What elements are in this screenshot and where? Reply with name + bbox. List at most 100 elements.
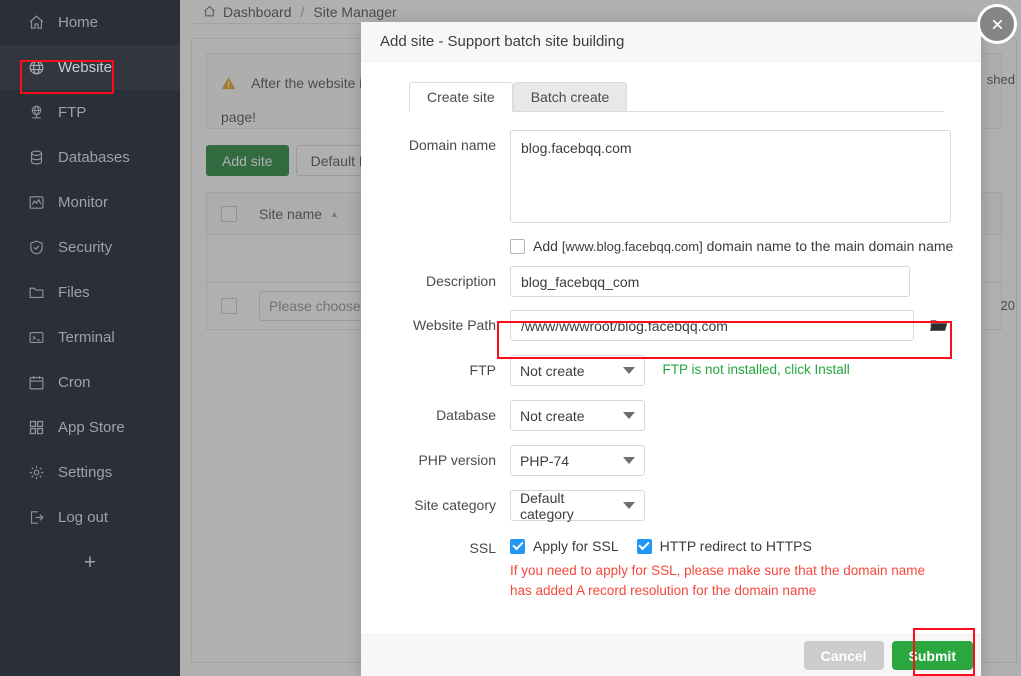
chevron-down-icon	[623, 367, 635, 374]
field-label: Description	[361, 266, 510, 297]
database-select-value: Not create	[520, 408, 585, 424]
sidebar-item-databases[interactable]: Databases	[0, 135, 180, 180]
ssl-checkbox-row: Apply for SSL HTTP redirect to HTTPS	[510, 533, 981, 554]
ftp-install-link[interactable]: FTP is not installed, click Install	[662, 355, 849, 377]
shield-icon	[26, 238, 46, 258]
grid-icon	[26, 418, 46, 438]
sidebar: Home Website FTP	[0, 0, 180, 676]
logout-icon	[26, 508, 46, 528]
www-bracket: [www.blog.facebqq.com]	[562, 239, 703, 254]
domain-name-input[interactable]: blog.facebqq.com	[510, 130, 951, 223]
sidebar-item-label: Cron	[58, 375, 91, 390]
field-site-category: Site category Default category	[361, 490, 981, 521]
www-domain-checkbox[interactable]	[510, 239, 525, 254]
field-php-version: PHP version PHP-74	[361, 445, 981, 476]
add-site-dialog: Add site - Support batch site building C…	[361, 22, 981, 676]
https-redirect-checkbox[interactable]	[637, 539, 652, 554]
chevron-down-icon	[623, 412, 635, 419]
field-domain-name: Domain name blog.facebqq.com Add [www.bl…	[361, 130, 981, 254]
tab-label: Batch create	[531, 89, 610, 105]
tab-label: Create site	[427, 89, 495, 105]
app-root: Dashboard / Site Manager After the websi…	[0, 0, 1021, 676]
globe-icon	[26, 58, 46, 78]
sidebar-item-terminal[interactable]: Terminal	[0, 315, 180, 360]
terminal-icon	[26, 328, 46, 348]
site-category-select[interactable]: Default category	[510, 490, 645, 521]
sidebar-item-label: FTP	[58, 105, 86, 120]
ftp-select-value: Not create	[520, 363, 585, 379]
sidebar-item-security[interactable]: Security	[0, 225, 180, 270]
dialog-title: Add site - Support batch site building	[380, 33, 624, 50]
close-icon	[990, 17, 1005, 32]
ftp-select[interactable]: Not create	[510, 355, 645, 386]
tab-batch-create[interactable]: Batch create	[513, 82, 628, 112]
sidebar-item-label: Monitor	[58, 195, 108, 210]
sidebar-item-label: Log out	[58, 510, 108, 525]
sidebar-item-label: Website	[58, 60, 112, 75]
site-category-select-value: Default category	[520, 490, 615, 522]
field-label: FTP	[361, 355, 510, 386]
sidebar-item-ftp[interactable]: FTP	[0, 90, 180, 135]
ssl-redirect-item: HTTP redirect to HTTPS	[637, 538, 812, 554]
tab-create-site[interactable]: Create site	[409, 82, 513, 112]
ssl-apply-item: Apply for SSL	[510, 538, 619, 554]
sidebar-add-button[interactable]: +	[0, 540, 180, 586]
home-icon	[26, 13, 46, 33]
submit-button[interactable]: Submit	[892, 641, 973, 670]
ftp-icon	[26, 103, 46, 123]
field-website-path: Website Path	[361, 310, 981, 341]
folder-open-icon[interactable]	[925, 310, 953, 341]
ssl-warning-note: If you need to apply for SSL, please mak…	[510, 561, 940, 602]
field-label: SSL	[361, 533, 510, 602]
apply-ssl-checkbox[interactable]	[510, 539, 525, 554]
www-domain-label: Add [www.blog.facebqq.com] domain name t…	[533, 238, 953, 254]
folder-icon	[26, 283, 46, 303]
field-description: Description	[361, 266, 981, 297]
sidebar-item-log-out[interactable]: Log out	[0, 495, 180, 540]
sidebar-item-label: Home	[58, 15, 98, 30]
sidebar-item-label: Security	[58, 240, 112, 255]
description-input[interactable]	[510, 266, 910, 297]
cancel-button[interactable]: Cancel	[804, 641, 884, 670]
php-version-select[interactable]: PHP-74	[510, 445, 645, 476]
dialog-footer: Cancel Submit	[361, 634, 981, 676]
calendar-icon	[26, 373, 46, 393]
sidebar-item-home[interactable]: Home	[0, 0, 180, 45]
sidebar-item-app-store[interactable]: App Store	[0, 405, 180, 450]
website-path-input[interactable]	[510, 310, 914, 341]
sidebar-item-files[interactable]: Files	[0, 270, 180, 315]
sidebar-item-label: App Store	[58, 420, 125, 435]
field-label: Domain name	[361, 130, 510, 254]
sidebar-item-label: Databases	[58, 150, 130, 165]
sidebar-item-monitor[interactable]: Monitor	[0, 180, 180, 225]
sidebar-item-label: Files	[58, 285, 90, 300]
php-version-select-value: PHP-74	[520, 453, 569, 469]
apply-ssl-label: Apply for SSL	[533, 538, 619, 554]
chevron-down-icon	[623, 457, 635, 464]
dialog-body: Create site Batch create Domain name blo…	[361, 62, 981, 634]
https-redirect-label: HTTP redirect to HTTPS	[660, 538, 812, 554]
sidebar-item-website[interactable]: Website	[0, 45, 180, 90]
database-select[interactable]: Not create	[510, 400, 645, 431]
database-icon	[26, 148, 46, 168]
sidebar-item-settings[interactable]: Settings	[0, 450, 180, 495]
add-site-form: Domain name blog.facebqq.com Add [www.bl…	[361, 112, 981, 602]
sidebar-item-cron[interactable]: Cron	[0, 360, 180, 405]
sidebar-item-label: Terminal	[58, 330, 115, 345]
monitor-icon	[26, 193, 46, 213]
gear-icon	[26, 463, 46, 483]
field-label: Site category	[361, 490, 510, 521]
tab-bar: Create site Batch create	[409, 82, 981, 112]
field-label: Website Path	[361, 310, 510, 341]
chevron-down-icon	[623, 502, 635, 509]
field-label: PHP version	[361, 445, 510, 476]
sidebar-item-label: Settings	[58, 465, 112, 480]
www-text-before: Add	[533, 238, 562, 254]
field-label: Database	[361, 400, 510, 431]
www-domain-checkbox-row: Add [www.blog.facebqq.com] domain name t…	[510, 238, 981, 254]
dialog-header: Add site - Support batch site building	[361, 22, 981, 62]
www-text-after: domain name to the main domain name	[703, 238, 954, 254]
close-dialog-button[interactable]	[977, 4, 1017, 44]
field-ftp: FTP Not create FTP is not installed, cli…	[361, 355, 981, 386]
field-database: Database Not create	[361, 400, 981, 431]
